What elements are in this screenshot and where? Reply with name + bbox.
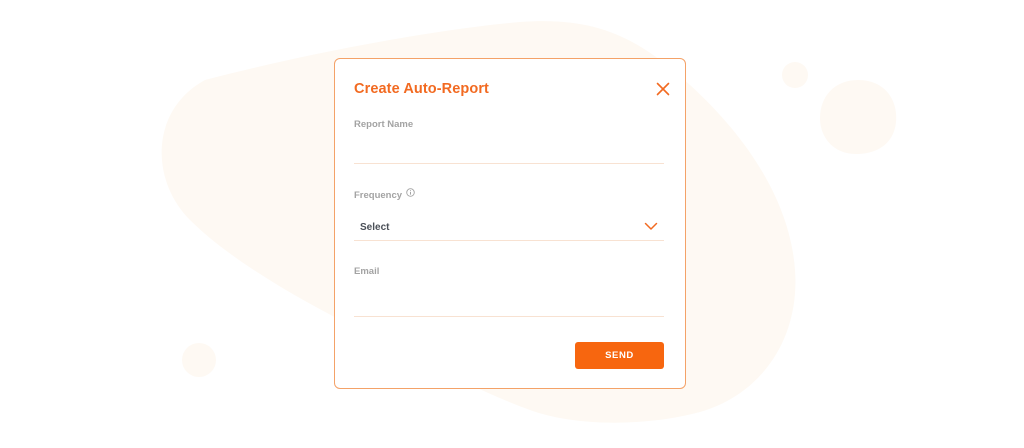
close-button[interactable] bbox=[654, 80, 672, 98]
page-background: Create Auto-Report Report Name Frequency… bbox=[0, 0, 1024, 448]
create-auto-report-dialog: Create Auto-Report Report Name Frequency… bbox=[334, 58, 686, 389]
frequency-label: Frequency bbox=[354, 190, 403, 201]
email-input[interactable] bbox=[354, 291, 664, 317]
info-icon[interactable] bbox=[406, 188, 415, 200]
background-blob-right bbox=[820, 80, 897, 154]
dialog-title: Create Auto-Report bbox=[354, 81, 489, 97]
email-label: Email bbox=[354, 266, 380, 277]
close-x-icon bbox=[656, 82, 670, 96]
background-dot-top-right bbox=[782, 62, 808, 88]
send-button[interactable]: SEND bbox=[575, 342, 664, 369]
frequency-selected-value: Select bbox=[360, 222, 390, 233]
report-name-label: Report Name bbox=[354, 119, 414, 130]
background-dot-bottom-left bbox=[182, 343, 216, 377]
report-name-input[interactable] bbox=[354, 138, 664, 164]
chevron-down-icon bbox=[644, 222, 658, 231]
frequency-select[interactable]: Select bbox=[354, 217, 664, 241]
frequency-label-row: Frequency bbox=[354, 188, 415, 201]
